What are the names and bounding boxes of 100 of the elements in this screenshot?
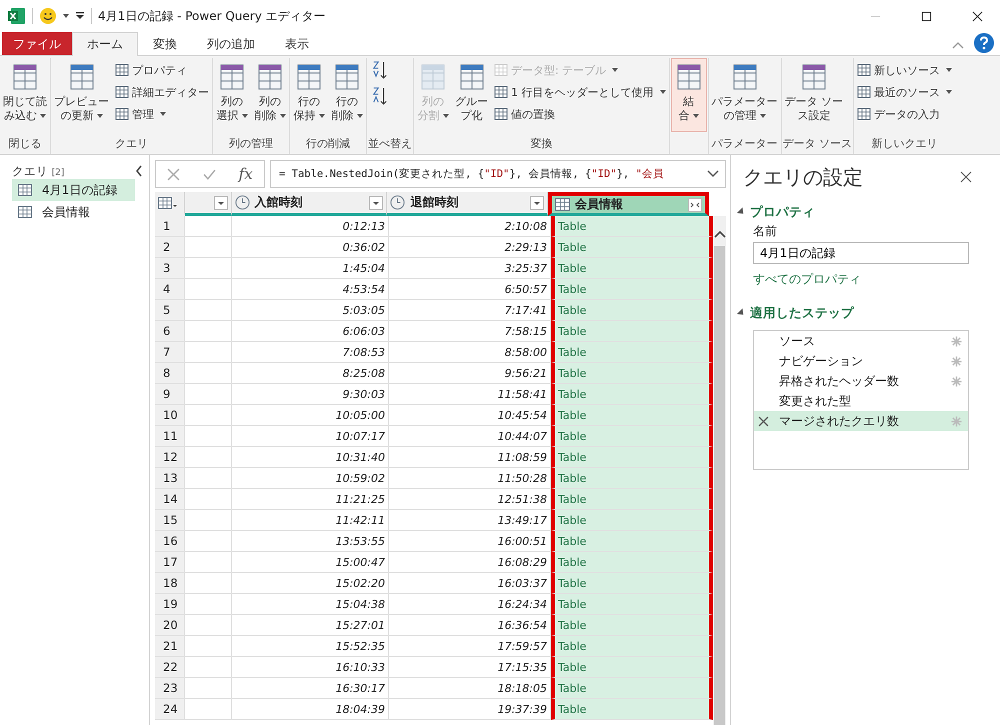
ribbon-button[interactable]: グルー プ化: [453, 58, 490, 132]
table-cell[interactable]: Table: [551, 489, 713, 510]
column-header[interactable]: 入館時刻: [232, 192, 388, 216]
name-field[interactable]: 4月1日の記録: [753, 242, 969, 264]
expand-icon[interactable]: [688, 198, 702, 212]
ribbon-tab[interactable]: ホーム: [72, 32, 138, 56]
caret-icon: [160, 112, 166, 116]
section-header[interactable]: 適用したステップ: [739, 302, 976, 324]
caret-icon[interactable]: [63, 14, 69, 18]
table-cell[interactable]: Table: [551, 678, 713, 699]
row-number: 18: [155, 573, 185, 594]
close-icon[interactable]: [960, 171, 972, 183]
section-header[interactable]: プロパティ: [739, 201, 976, 223]
sort-ascending-icon[interactable]: [372, 60, 388, 80]
table-cell: [185, 405, 232, 426]
ribbon-button[interactable]: 列の 選択: [214, 58, 250, 132]
table-cell[interactable]: Table: [551, 510, 713, 531]
table-cell[interactable]: Table: [551, 237, 713, 258]
table-cell[interactable]: Table: [551, 216, 713, 237]
query-item[interactable]: 会員情報: [12, 201, 135, 223]
collapse-icon[interactable]: [135, 165, 143, 177]
ribbon-button[interactable]: プロパティ: [113, 60, 211, 80]
filter-dropdown-icon[interactable]: [214, 196, 228, 210]
table-cell[interactable]: Table: [551, 573, 713, 594]
expand-icon[interactable]: [707, 170, 719, 178]
check-icon[interactable]: [202, 168, 216, 180]
table-cell[interactable]: Table: [551, 468, 713, 489]
table-cell: 19:37:39: [389, 699, 551, 720]
ribbon-button[interactable]: 管理: [113, 104, 211, 124]
caret-icon: [612, 68, 618, 72]
clock-icon: [234, 195, 250, 210]
ribbon-button[interactable]: パラメーター の管理: [710, 58, 780, 132]
ribbon-button[interactable]: 行の 保持: [291, 58, 327, 132]
ribbon-button[interactable]: 結 合: [670, 58, 706, 132]
ribbon-tab[interactable]: 列の追加: [192, 32, 270, 55]
scroll-up-icon[interactable]: [714, 230, 726, 238]
caret-icon: [692, 114, 698, 118]
table-cell: [185, 531, 232, 552]
step-item[interactable]: 昇格されたヘッダー数: [754, 371, 968, 391]
ribbon-tab[interactable]: 表示: [270, 32, 324, 55]
row-number: 12: [155, 447, 185, 468]
all-properties-link[interactable]: すべてのプロパティ: [753, 271, 976, 288]
ribbon-button[interactable]: 新しいソース: [855, 60, 954, 80]
help-icon[interactable]: [974, 33, 994, 53]
table-cell[interactable]: Table: [551, 552, 713, 573]
table-cell[interactable]: Table: [551, 342, 713, 363]
table-cell[interactable]: Table: [551, 405, 713, 426]
formula-field[interactable]: = Table.NestedJoin(変更された型, {"ID"}, 会員情報, {"ID"}, "会員: [270, 160, 726, 188]
table-cell[interactable]: Table: [551, 384, 713, 405]
fx-button[interactable]: fx: [238, 165, 253, 183]
ribbon-button[interactable]: プレビュー の更新: [52, 58, 111, 132]
sort-descending-icon[interactable]: [372, 86, 388, 106]
table-cell[interactable]: Table: [551, 258, 713, 279]
close-icon[interactable]: [972, 10, 983, 22]
query-item[interactable]: 4月1日の記録: [12, 179, 135, 201]
group-label: パラメーター: [710, 136, 778, 152]
table-cell[interactable]: Table: [551, 594, 713, 615]
table-cell[interactable]: Table: [551, 426, 713, 447]
maximize-icon[interactable]: [921, 10, 932, 22]
ribbon-tab[interactable]: ファイル: [2, 32, 72, 55]
command-icon: [857, 107, 871, 121]
ribbon-button[interactable]: 行の 削除: [329, 58, 365, 132]
table-cell[interactable]: Table: [551, 531, 713, 552]
ribbon-button[interactable]: 最近のソース: [855, 82, 954, 102]
table-cell[interactable]: Table: [551, 615, 713, 636]
smiley-icon[interactable]: [39, 7, 57, 25]
caret-icon: [946, 90, 952, 94]
ribbon-button[interactable]: データ ソー ス設定: [782, 58, 845, 132]
delete-icon[interactable]: [758, 416, 769, 426]
column-header[interactable]: 退館時刻: [387, 192, 548, 216]
ribbon-button[interactable]: 列の 削除: [252, 58, 288, 132]
ribbon-button[interactable]: データの入力: [855, 104, 954, 124]
caret-icon: [318, 114, 324, 118]
ribbon-button[interactable]: 詳細エディター: [113, 82, 211, 102]
customize-icon[interactable]: [75, 11, 85, 21]
row-number: 22: [155, 657, 185, 678]
table-menu-icon[interactable]: [158, 196, 178, 208]
caret-icon: [242, 114, 248, 118]
filter-dropdown-icon[interactable]: [530, 196, 544, 210]
table-cell[interactable]: Table: [551, 300, 713, 321]
ribbon-button[interactable]: 値の置換: [492, 104, 668, 124]
filter-dropdown-icon[interactable]: [369, 196, 384, 210]
table-cell: [185, 237, 232, 258]
table-cell[interactable]: Table: [551, 279, 713, 300]
step-item[interactable]: ナビゲーション: [754, 351, 968, 371]
table-cell[interactable]: Table: [551, 447, 713, 468]
scrollbar[interactable]: [713, 216, 726, 725]
step-item[interactable]: 変更された型: [754, 391, 968, 411]
step-item[interactable]: ソース: [754, 331, 968, 351]
table-cell[interactable]: Table: [551, 636, 713, 657]
ribbon-tab[interactable]: 変換: [138, 32, 192, 55]
column-header[interactable]: 会員情報: [548, 192, 710, 216]
table-cell[interactable]: Table: [551, 363, 713, 384]
table-cell[interactable]: Table: [551, 321, 713, 342]
caret-icon: [40, 114, 46, 118]
ribbon-button[interactable]: 閉じて読 み込む: [1, 58, 49, 132]
ribbon-button[interactable]: 1 行目をヘッダーとして使用: [492, 82, 668, 102]
table-cell[interactable]: Table: [551, 657, 713, 678]
step-item[interactable]: マージされたクエリ数: [754, 411, 968, 431]
table-cell[interactable]: Table: [551, 699, 713, 720]
